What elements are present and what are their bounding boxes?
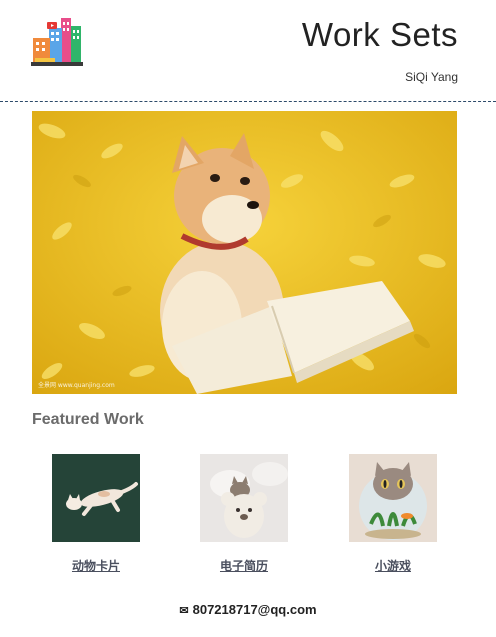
card-link-mini-game[interactable]: 小游戏 bbox=[375, 557, 411, 574]
cat-lying-icon[interactable] bbox=[52, 454, 140, 542]
header-divider bbox=[0, 101, 496, 102]
author-name: SiQi Yang bbox=[405, 70, 458, 84]
card-link-resume[interactable]: 电子简历 bbox=[220, 557, 268, 574]
svg-text:全景网 www.quanjing.com: 全景网 www.quanjing.com bbox=[38, 381, 115, 389]
logo-icon bbox=[31, 16, 83, 68]
mail-icon: ✉ bbox=[179, 605, 189, 617]
featured-heading: Featured Work bbox=[32, 411, 144, 428]
hero-image: 全景网 www.quanjing.com bbox=[32, 111, 457, 394]
cat-in-fishbowl-icon[interactable] bbox=[349, 454, 437, 542]
footer-email: ✉ 807218717@qq.com bbox=[0, 602, 496, 617]
card-link-animal-cards[interactable]: 动物卡片 bbox=[72, 557, 120, 574]
featured-card: 电子简历 bbox=[199, 454, 289, 574]
email-address[interactable]: 807218717@qq.com bbox=[193, 602, 317, 617]
page-title: Work Sets bbox=[301, 16, 458, 53]
featured-card: 小游戏 bbox=[348, 454, 438, 574]
cat-with-teddy-bear-icon[interactable] bbox=[200, 454, 288, 542]
featured-card: 动物卡片 bbox=[51, 454, 141, 574]
